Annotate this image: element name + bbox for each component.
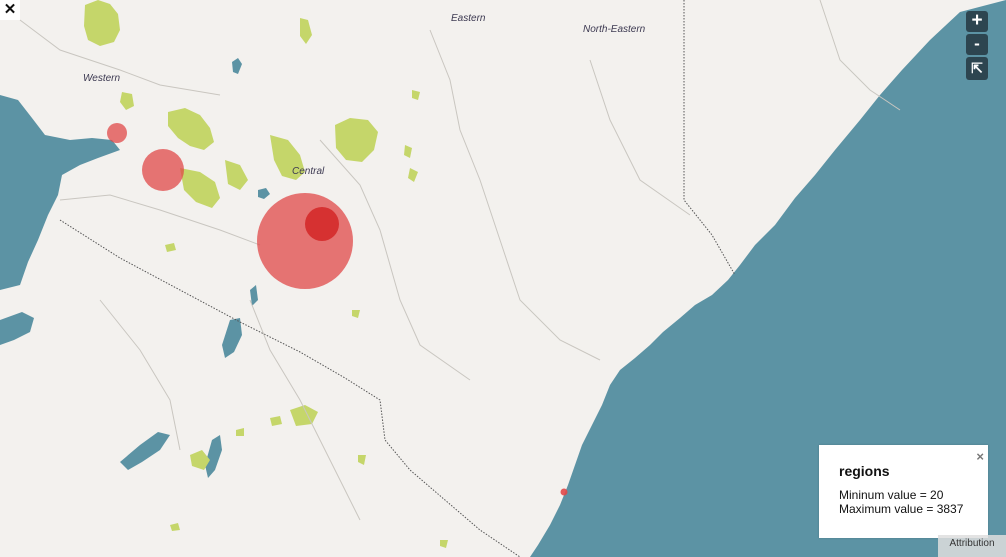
legend-close-icon[interactable]: × [976,449,984,464]
bubble-marker[interactable] [142,149,184,191]
bubble-marker[interactable] [560,488,568,496]
region-label-central: Central [292,166,325,177]
expand-arrow-icon[interactable]: ⇱ [966,57,988,80]
region-label-north-eastern: North-Eastern [583,24,646,35]
zoom-in-button[interactable]: + [966,11,988,32]
close-icon[interactable]: ✕ [0,0,20,20]
zoom-out-button[interactable]: - [966,34,988,55]
legend-max-value: Maximum value = 3837 [839,502,964,516]
bubble-marker[interactable] [257,193,353,289]
attribution-button[interactable]: Attribution [938,535,1006,557]
bubble-marker[interactable] [107,123,127,143]
legend-panel: × regions Mininum value = 20 Maximum val… [819,445,988,538]
region-label-eastern: Eastern [451,13,486,24]
region-label-western: Western [83,73,120,84]
legend-min-value: Mininum value = 20 [839,488,944,502]
legend-title: regions [839,463,890,479]
bubble-marker[interactable] [305,207,339,241]
